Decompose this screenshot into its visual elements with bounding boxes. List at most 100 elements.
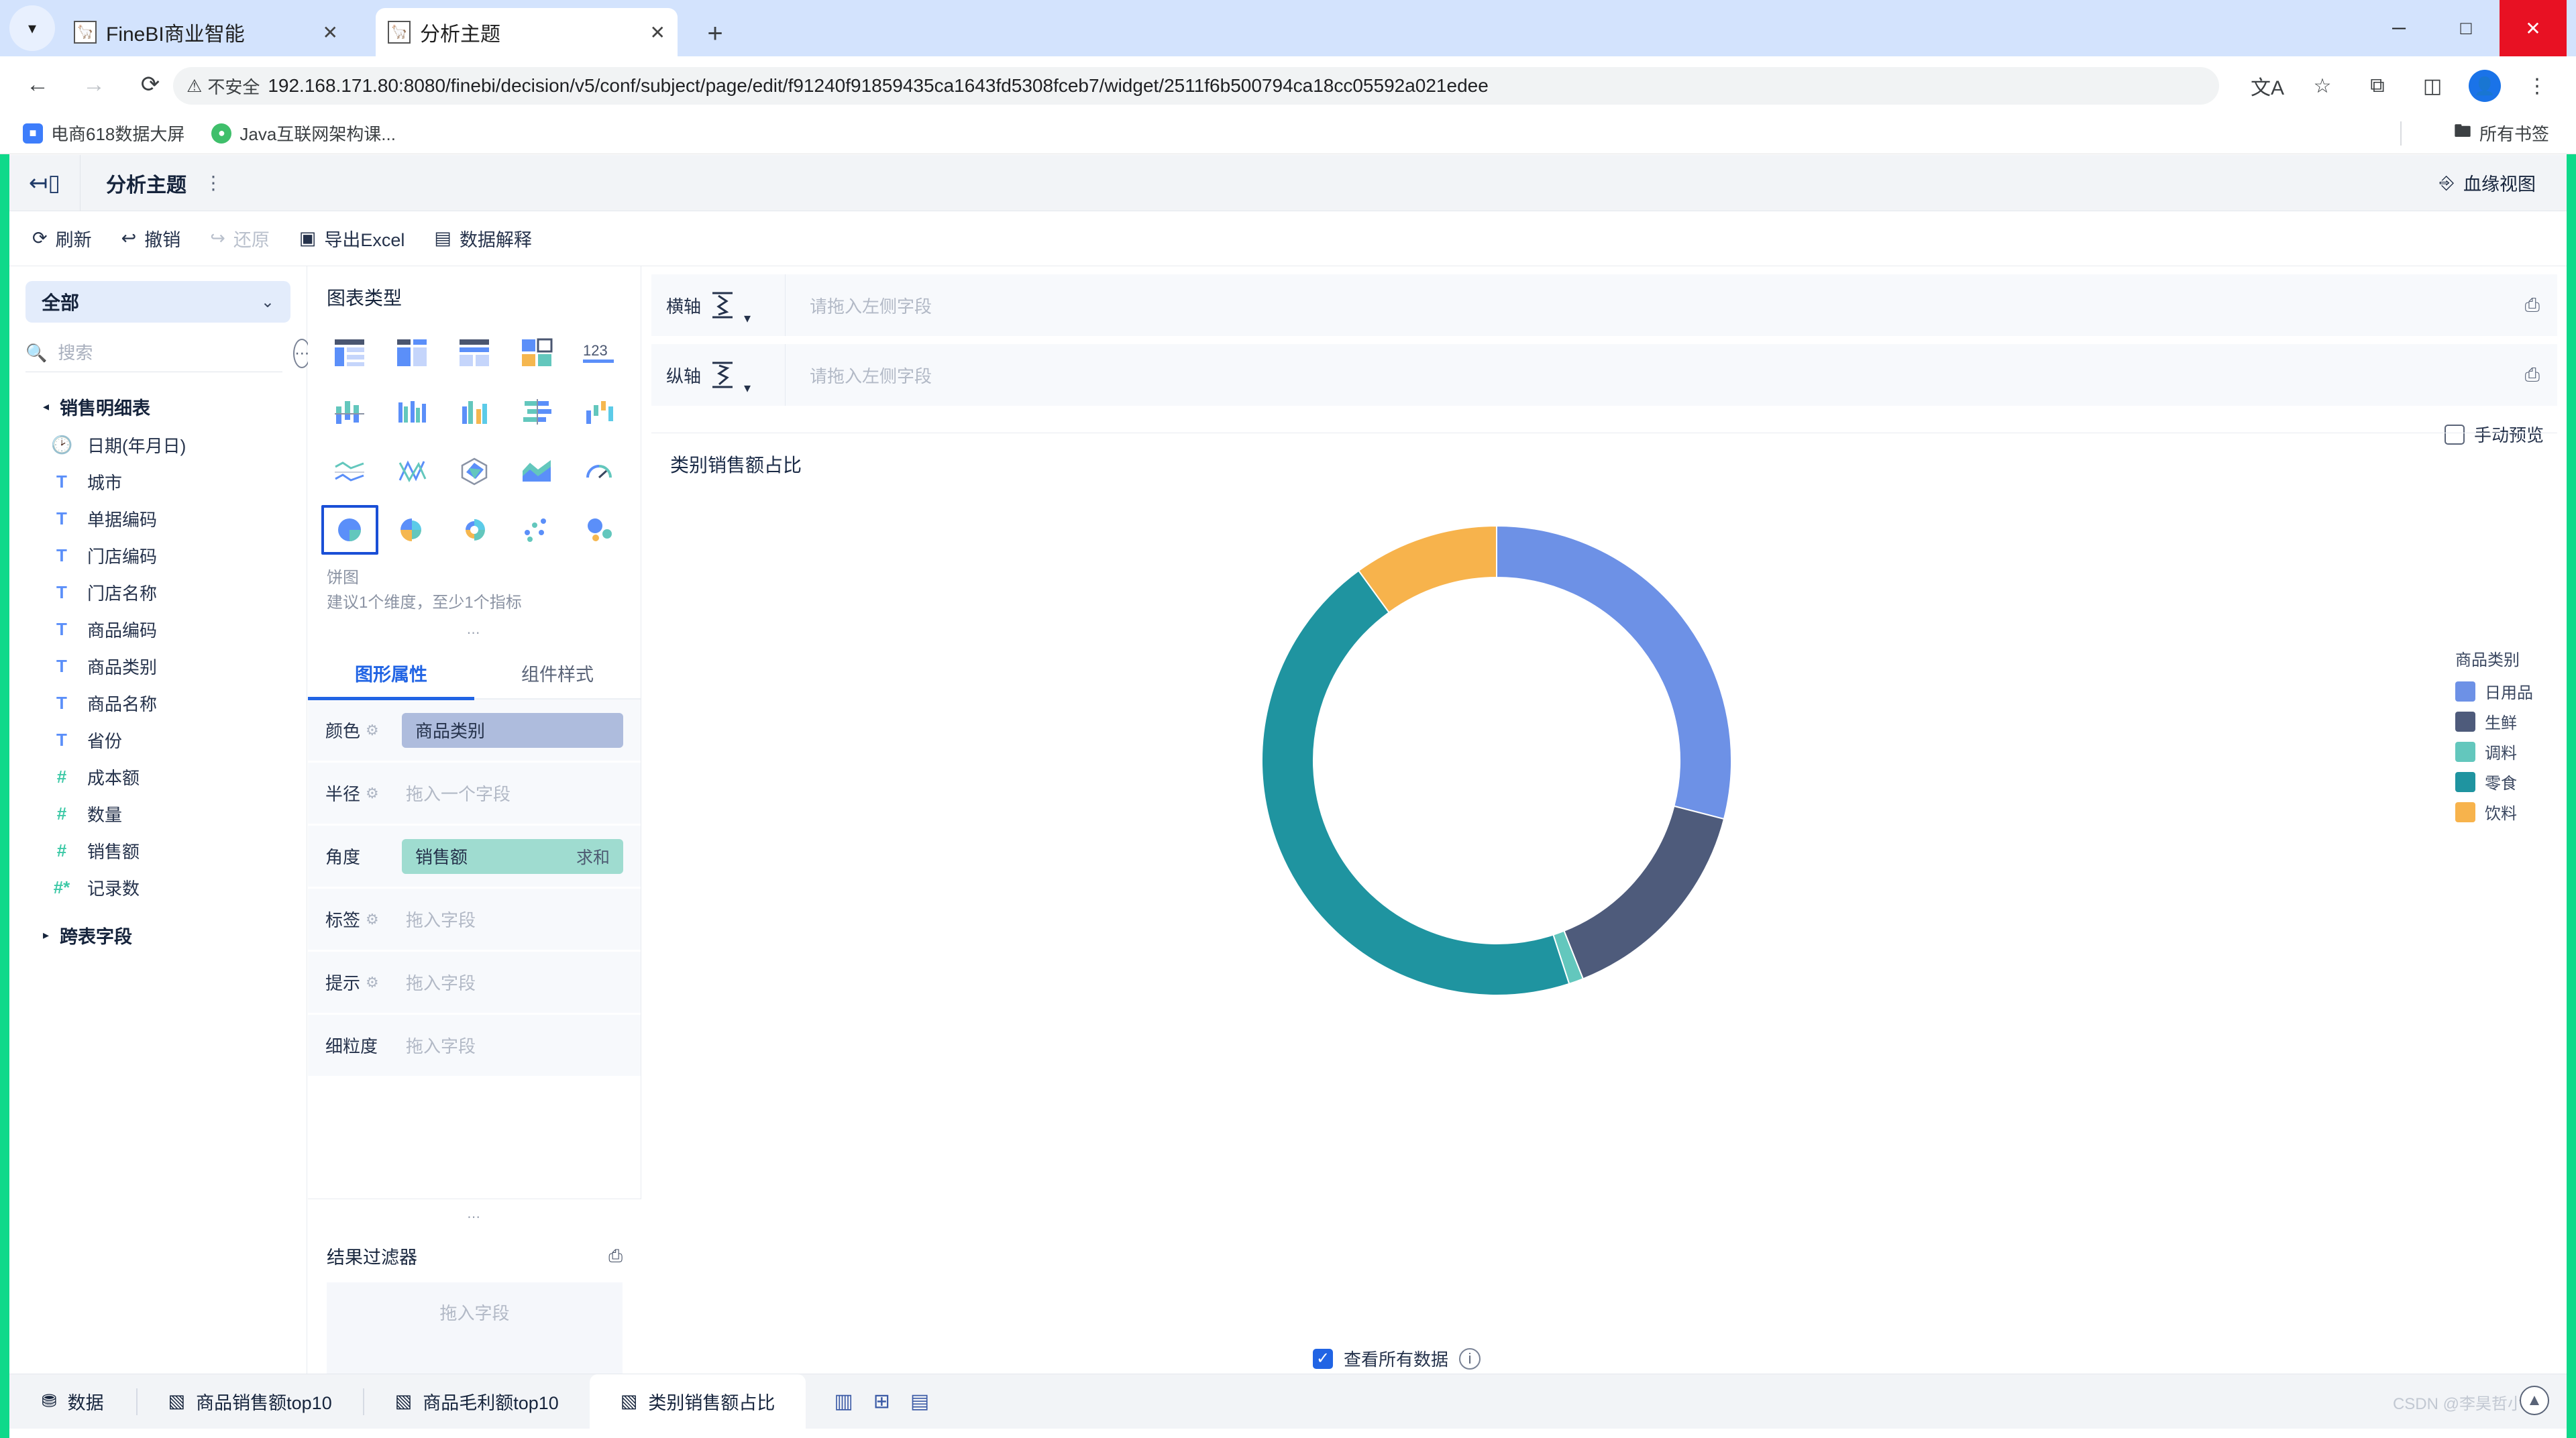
- shelf-x-axis[interactable]: 横轴 ▾ 请拖入左侧字段 ⎙: [651, 274, 2557, 336]
- extensions-icon[interactable]: ⧉: [2359, 67, 2396, 105]
- add-filter-icon[interactable]: ▤: [910, 1390, 929, 1413]
- chart-type-scatter-chart[interactable]: [505, 502, 568, 557]
- lineage-view-button[interactable]: ⎆ 血缘视图: [2439, 170, 2536, 196]
- close-window-button[interactable]: ✕: [2500, 0, 2567, 56]
- search-input[interactable]: [58, 343, 283, 364]
- gear-icon[interactable]: ⚙: [366, 785, 379, 802]
- field-item-province[interactable]: T 省份: [9, 722, 307, 759]
- legend-item-日用品[interactable]: 日用品: [2455, 679, 2533, 703]
- chart-type-kpi-card-chart[interactable]: [505, 325, 568, 380]
- prop-slot[interactable]: 拖入字段: [402, 1028, 623, 1063]
- add-component-icon[interactable]: ⊞: [873, 1390, 890, 1413]
- chart-type-number-chart[interactable]: 123: [568, 325, 630, 380]
- chart-type-pie-chart[interactable]: [319, 502, 381, 557]
- gear-icon[interactable]: ⚙: [366, 722, 379, 739]
- chart-type-horizontal-bar-chart[interactable]: [505, 384, 568, 439]
- field-pill-sales-amount[interactable]: 销售额 求和: [402, 838, 623, 874]
- tab-close-icon[interactable]: ✕: [623, 21, 665, 44]
- view-all-data-checkbox[interactable]: ✓: [1313, 1348, 1333, 1369]
- minimize-button[interactable]: ─: [2365, 0, 2432, 56]
- all-bookmarks-button[interactable]: 🖿 所有书签: [2454, 119, 2549, 148]
- donut-slice-零食[interactable]: [1261, 569, 1570, 996]
- bookmark-item-0[interactable]: ■ 电商618数据大屏: [23, 121, 184, 146]
- legend-item-零食[interactable]: 零食: [2455, 770, 2533, 793]
- search-box[interactable]: 🔍: [25, 335, 283, 372]
- info-icon[interactable]: i: [1459, 1347, 1481, 1370]
- scroll-to-top-icon[interactable]: ▲: [2520, 1386, 2549, 1415]
- prop-row-color[interactable]: 颜色 ⚙ 商品类别: [308, 700, 641, 763]
- back-icon[interactable]: ←: [9, 56, 66, 113]
- donut-slice-生鲜[interactable]: [1563, 805, 1725, 980]
- prop-row-granularity[interactable]: 细粒度 拖入字段: [308, 1015, 641, 1078]
- shelf-x-clipboard-icon[interactable]: ⎙: [2525, 294, 2557, 317]
- component-tab-profit-top10[interactable]: ▧ 商品毛利额top10: [364, 1374, 590, 1429]
- browser-tab-1[interactable]: 🦙 分析主题 ✕: [376, 8, 678, 56]
- tab-component-style[interactable]: 组件样式: [474, 648, 641, 698]
- caret-down-icon[interactable]: ▾: [744, 380, 751, 396]
- result-filter-dropzone[interactable]: 拖入字段: [327, 1282, 623, 1383]
- browser-menu-icon[interactable]: ⋮: [2518, 67, 2556, 105]
- component-tab-category-share[interactable]: ▧ 类别销售额占比: [589, 1374, 806, 1429]
- donut-slice-饮料[interactable]: [1357, 524, 1497, 614]
- chart-type-multi-ring-chart[interactable]: [443, 502, 506, 557]
- table-selector[interactable]: 全部 ⌄: [25, 281, 290, 323]
- address-bar[interactable]: ⚠ 不安全 192.168.171.80:8080/finebi/decisio…: [173, 67, 2219, 105]
- field-item-record-count[interactable]: #* 记录数: [9, 869, 307, 906]
- chart-type-group-table-chart[interactable]: [381, 325, 443, 380]
- field-item-sales-amount[interactable]: # 销售额: [9, 832, 307, 869]
- prop-slot[interactable]: 拖入字段: [402, 902, 623, 937]
- field-group-sales-detail[interactable]: ◂ 销售明细表: [9, 387, 307, 427]
- profile-avatar[interactable]: 👤: [2469, 70, 2501, 102]
- shelf-y-clipboard-icon[interactable]: ⎙: [2525, 364, 2557, 386]
- side-panel-icon[interactable]: ◫: [2414, 67, 2451, 105]
- add-chart-icon[interactable]: ▥: [834, 1390, 853, 1413]
- header-more-icon[interactable]: ⋮: [204, 172, 223, 194]
- field-item-city[interactable]: T 城市: [9, 463, 307, 500]
- exit-icon[interactable]: ↤▯: [9, 154, 80, 211]
- view-all-data-row[interactable]: ✓ 查看所有数据 i: [1313, 1346, 1481, 1371]
- prop-slot[interactable]: 商品类别: [402, 712, 623, 748]
- prop-row-tooltip[interactable]: 提示 ⚙ 拖入字段: [308, 952, 641, 1015]
- component-tab-sales-top10[interactable]: ▧ 商品销售额top10: [138, 1374, 363, 1429]
- chart-type-stacked-bar-chart[interactable]: [319, 384, 381, 439]
- translate-icon[interactable]: 文A: [2249, 67, 2286, 105]
- refresh-button[interactable]: ⟳ 刷新: [32, 225, 92, 252]
- prop-row-label[interactable]: 标签 ⚙ 拖入字段: [308, 889, 641, 952]
- chart-type-rose-chart[interactable]: [381, 502, 443, 557]
- field-pill-product-category[interactable]: 商品类别: [402, 712, 623, 748]
- field-item-cost-amount[interactable]: # 成本额: [9, 759, 307, 795]
- prop-slot[interactable]: 拖入字段: [402, 965, 623, 1000]
- shelf-y-axis[interactable]: 纵轴 ▾ 请拖入左侧字段 ⎙: [651, 344, 2557, 406]
- field-item-product-code[interactable]: T 商品编码: [9, 611, 307, 648]
- field-item-product-category[interactable]: T 商品类别: [9, 648, 307, 685]
- gear-icon[interactable]: ⚙: [366, 974, 379, 991]
- prop-slot[interactable]: 拖入一个字段: [402, 776, 623, 811]
- forward-icon[interactable]: →: [66, 56, 122, 113]
- browser-tab-0[interactable]: 🦙 FineBI商业智能 ✕: [62, 8, 350, 56]
- bookmark-star-icon[interactable]: ☆: [2304, 67, 2341, 105]
- chart-type-waterfall-chart[interactable]: [568, 384, 630, 439]
- chart-type-column-chart[interactable]: [381, 384, 443, 439]
- field-item-product-name[interactable]: T 商品名称: [9, 685, 307, 722]
- prop-row-radius[interactable]: 半径 ⚙ 拖入一个字段: [308, 763, 641, 826]
- donut-slice-日用品[interactable]: [1496, 524, 1732, 820]
- panel-drag-grip[interactable]: ⋯: [308, 615, 641, 641]
- field-item-date[interactable]: 🕑 日期(年月日): [9, 427, 307, 463]
- prop-row-angle[interactable]: 角度 销售额 求和: [308, 826, 641, 889]
- data-explain-button[interactable]: ▤ 数据解释: [434, 225, 532, 252]
- chart-type-area-chart[interactable]: [505, 443, 568, 498]
- chart-type-table-chart[interactable]: [319, 325, 381, 380]
- clipboard-icon[interactable]: ⎙: [608, 1246, 623, 1267]
- chart-type-bubble-chart[interactable]: [568, 502, 630, 557]
- export-excel-button[interactable]: ▣ 导出Excel: [299, 225, 405, 252]
- legend-item-饮料[interactable]: 饮料: [2455, 800, 2533, 824]
- undo-button[interactable]: ↩ 撤销: [121, 225, 181, 252]
- tab-search-button[interactable]: ▾: [9, 5, 55, 51]
- tab-close-icon[interactable]: ✕: [296, 21, 338, 44]
- gear-icon[interactable]: ⚙: [366, 911, 379, 928]
- bookmark-item-1[interactable]: ● Java互联网架构课...: [211, 121, 396, 146]
- chart-type-cross-table-chart[interactable]: [443, 325, 506, 380]
- filter-drag-grip[interactable]: ⋯: [308, 1199, 641, 1225]
- donut-svg[interactable]: [1208, 472, 1785, 1049]
- chart-type-radar-chart[interactable]: [443, 443, 506, 498]
